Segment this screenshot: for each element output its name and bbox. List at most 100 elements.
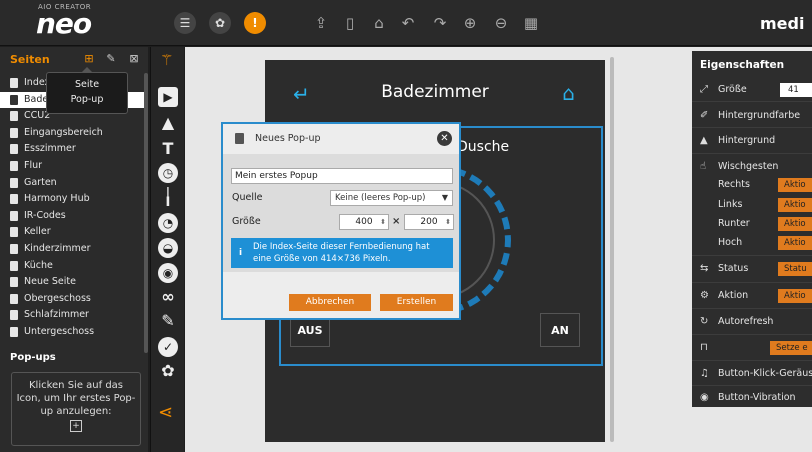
share-icon[interactable]: ⋖ — [158, 402, 173, 423]
width-value: 400 — [355, 217, 373, 227]
home-icon[interactable]: ⌂ — [369, 12, 389, 34]
page-doc-icon — [10, 94, 18, 105]
magic-wand-icon[interactable]: ⚚ — [160, 51, 173, 69]
check-widget-icon[interactable]: ✓ — [158, 337, 178, 357]
prop-autorefresh[interactable]: ↻ Autorefresh — [692, 313, 812, 331]
swipe-up-action-button[interactable]: Aktio — [778, 236, 812, 250]
link-widget-icon[interactable]: ∞ — [158, 287, 178, 307]
pen-widget-icon[interactable]: ✎ — [158, 311, 178, 331]
prop-action: ⚙ Aktion Aktio — [692, 287, 812, 305]
height-value: 200 — [420, 217, 438, 227]
tooltip-line-popup: Pop-up — [70, 94, 104, 105]
status-button[interactable]: Statu — [778, 262, 812, 276]
zoom-in-icon[interactable]: ⊕ — [460, 12, 480, 34]
popup-name-input[interactable]: Mein erstes Popup — [231, 168, 453, 184]
set-button[interactable]: Setze e — [770, 341, 812, 355]
height-stepper[interactable]: 200 ⬍ — [404, 214, 454, 230]
swipe-left-action-button[interactable]: Aktio — [778, 198, 812, 212]
divider — [692, 308, 812, 309]
timer-widget-icon[interactable]: ◔ — [158, 213, 178, 233]
add-page-icon[interactable]: ⊞ — [82, 52, 96, 66]
page-doc-icon — [10, 227, 18, 238]
swipe-down-action-button[interactable]: Aktio — [778, 217, 812, 231]
new-popup-dialog: Neues Pop-up ✕ Mein erstes Popup Quelle … — [221, 122, 461, 320]
lock-icon: ⊓ — [700, 342, 708, 353]
vibration-icon: ◉ — [700, 392, 709, 403]
thermometer-widget-icon[interactable]: ╽ — [158, 187, 178, 207]
page-item-keller[interactable]: Keller — [0, 224, 148, 241]
refresh-icon: ↻ — [700, 316, 709, 327]
home-button-icon[interactable]: ⌂ — [562, 81, 575, 105]
info-icon: i — [239, 248, 243, 258]
page-item-neue-seite[interactable]: Neue Seite — [0, 274, 148, 291]
undo-icon[interactable]: ↶ — [398, 12, 418, 34]
page-item-esszimmer[interactable]: Esszimmer — [0, 141, 148, 158]
image-widget-icon[interactable]: ▲ — [158, 113, 178, 133]
spinner-icon[interactable]: ⬍ — [380, 215, 386, 229]
dialog-title: Neues Pop-up — [255, 133, 321, 144]
gear-icon: ⚙ — [700, 290, 709, 301]
canvas-scrollbar[interactable] — [610, 57, 614, 442]
page-doc-icon — [10, 78, 18, 88]
swipe-right-action-button[interactable]: Aktio — [778, 178, 812, 192]
divider — [692, 360, 812, 361]
plugin-widget-icon[interactable]: ✿ — [158, 361, 178, 381]
prop-click-sound[interactable]: ♫ Button-Klick-Geräus — [692, 365, 812, 383]
page-doc-icon — [10, 310, 18, 321]
popups-title: Pop-ups — [10, 352, 56, 363]
play-widget-icon[interactable]: ▶ — [158, 87, 178, 107]
text-widget-icon[interactable]: T — [158, 139, 178, 159]
prop-lock: ⊓ Setze e — [692, 339, 812, 357]
page-doc-icon — [10, 326, 18, 337]
clock-widget-icon[interactable]: ◷ — [158, 163, 178, 183]
page-item-ir-codes[interactable]: IR-Codes — [0, 208, 148, 225]
grid-icon[interactable]: ▦ — [521, 12, 541, 34]
size-input[interactable]: 41 — [780, 83, 812, 97]
page-title: Badezimmer — [381, 82, 489, 102]
spinner-icon[interactable]: ⬍ — [445, 215, 451, 229]
page-item-obergeschoss[interactable]: Obergeschoss — [0, 291, 148, 308]
on-button[interactable]: AN — [540, 313, 580, 347]
page-item-garten[interactable]: Garten — [0, 175, 148, 192]
create-button[interactable]: Erstellen — [380, 294, 453, 311]
page-item-flur[interactable]: Flur — [0, 158, 148, 175]
page-doc-icon — [10, 111, 18, 122]
page-item-eingangsbereich[interactable]: Eingangsbereich — [0, 125, 148, 142]
delete-page-icon[interactable]: ⊠ — [127, 52, 141, 66]
settings-icon[interactable]: ✿ — [209, 12, 231, 34]
page-doc-icon — [10, 243, 18, 254]
warning-icon[interactable]: ! — [244, 12, 266, 34]
prop-vibration[interactable]: ◉ Button-Vibration — [692, 389, 812, 407]
hand-icon: ☝ — [700, 161, 707, 172]
image-icon: ▲ — [700, 135, 708, 146]
page-item-kueche[interactable]: Küche — [0, 258, 148, 275]
divider — [692, 385, 812, 386]
page-item-schlafzimmer[interactable]: Schlafzimmer — [0, 307, 148, 324]
prop-background[interactable]: ▲ Hintergrund — [692, 132, 812, 150]
page-item-untergeschoss[interactable]: Untergeschoss — [0, 324, 148, 341]
add-popup-icon[interactable]: + — [70, 420, 82, 432]
menu-icon[interactable]: ☰ — [174, 12, 196, 34]
width-stepper[interactable]: 400 ⬍ — [339, 214, 389, 230]
page-item-kinderzimmer[interactable]: Kinderzimmer — [0, 241, 148, 258]
status-icon: ⇆ — [700, 263, 709, 274]
popups-empty-text: Klicken Sie auf das Icon, um Ihr erstes … — [16, 380, 136, 417]
upload-icon[interactable]: ⇪ — [311, 12, 331, 34]
pages-scrollbar[interactable] — [144, 73, 148, 353]
top-bar: AIO CREATOR neo ☰ ✿ ! ⇪ ▯ ⌂ ↶ ↷ ⊕ ⊖ ▦ me… — [0, 0, 812, 46]
redo-icon[interactable]: ↷ — [430, 12, 450, 34]
gauge-widget-icon[interactable]: ◒ — [158, 238, 178, 258]
phone-icon[interactable]: ▯ — [340, 12, 360, 34]
divider — [692, 255, 812, 256]
zoom-out-icon[interactable]: ⊖ — [491, 12, 511, 34]
cancel-button[interactable]: Abbrechen — [289, 294, 371, 311]
action-button[interactable]: Aktio — [778, 289, 812, 303]
brush-icon: ✐ — [700, 110, 709, 121]
source-select[interactable]: Keine (leeres Pop-up) ▼ — [330, 190, 453, 206]
prop-bgcolor[interactable]: ✐ Hintergrundfarbe — [692, 107, 812, 125]
close-icon[interactable]: ✕ — [437, 131, 452, 146]
webcam-widget-icon[interactable]: ◉ — [158, 263, 178, 283]
page-item-harmony-hub[interactable]: Harmony Hub — [0, 191, 148, 208]
edit-page-icon[interactable]: ✎ — [104, 52, 118, 66]
divider — [692, 153, 812, 154]
